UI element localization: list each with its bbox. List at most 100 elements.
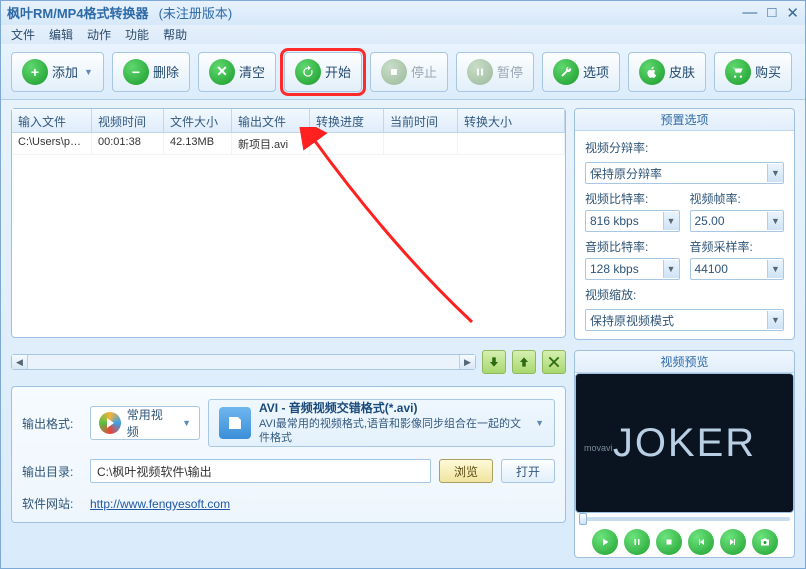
scroll-left-icon[interactable]: ◀ (12, 355, 28, 369)
cell-progress (310, 133, 384, 154)
menu-function[interactable]: 功能 (125, 26, 149, 43)
slider-thumb[interactable] (579, 513, 587, 525)
th-size[interactable]: 文件大小 (164, 109, 232, 132)
chevron-down-icon: ▼ (182, 418, 191, 428)
vzoom-label: 视频缩放: (585, 286, 784, 303)
video-preview[interactable]: movaviJOKER (575, 373, 794, 513)
browse-button[interactable]: 浏览 (439, 459, 493, 483)
start-button[interactable]: 开始 (284, 52, 362, 92)
cell-outsize (458, 133, 565, 154)
format-title: AVI - 音频视频交错格式(*.avi) (259, 401, 417, 415)
th-duration[interactable]: 视频时间 (92, 109, 164, 132)
scroll-right-icon[interactable]: ▶ (459, 355, 475, 369)
close-icon[interactable]: ✕ (786, 4, 799, 22)
remove-item-button[interactable] (542, 350, 566, 374)
x-icon: ✕ (209, 59, 235, 85)
chevron-down-icon: ▼ (663, 212, 679, 230)
vbit-label: 视频比特率: (585, 190, 680, 207)
asr-label: 音频采样率: (690, 238, 785, 255)
apple-icon (639, 59, 665, 85)
menu-help[interactable]: 帮助 (163, 26, 187, 43)
format-category-combo[interactable]: 常用视频▼ (90, 406, 200, 440)
vfps-select[interactable]: 25.00▼ (690, 210, 785, 232)
stop-button[interactable]: 停止 (370, 52, 448, 92)
move-up-button[interactable] (512, 350, 536, 374)
th-input[interactable]: 输入文件 (12, 109, 92, 132)
chevron-down-icon: ▼ (535, 418, 544, 428)
cell-duration: 00:01:38 (92, 133, 164, 154)
app-title: 枫叶RM/MP4格式转换器 (7, 3, 149, 22)
preview-panel: 视频预览 movaviJOKER (574, 350, 795, 558)
minus-icon: − (123, 59, 149, 85)
delete-button[interactable]: −删除 (112, 52, 190, 92)
cart-icon (725, 59, 751, 85)
snapshot-button[interactable] (752, 529, 778, 555)
site-label: 软件网站: (22, 495, 82, 512)
abit-label: 音频比特率: (585, 238, 680, 255)
maximize-icon[interactable]: □ (767, 4, 776, 22)
th-progress[interactable]: 转换进度 (310, 109, 384, 132)
h-scrollbar[interactable]: ◀▶ (11, 354, 476, 370)
chevron-down-icon: ▼ (663, 260, 679, 278)
move-down-button[interactable] (482, 350, 506, 374)
open-button[interactable]: 打开 (501, 459, 555, 483)
options-button[interactable]: 选项 (542, 52, 620, 92)
preview-title: 视频预览 (575, 351, 794, 373)
cell-input: C:\Users\pc\... (12, 133, 92, 154)
stop-icon (381, 59, 407, 85)
site-row: 软件网站: http://www.fengyesoft.com (22, 495, 555, 512)
format-label: 输出格式: (22, 415, 82, 432)
preview-text: JOKER (613, 421, 756, 466)
add-button[interactable]: +添加▼ (11, 52, 104, 92)
vzoom-select[interactable]: 保持原视频模式▼ (585, 309, 784, 331)
chevron-down-icon: ▼ (767, 212, 783, 230)
output-dir-input[interactable] (90, 459, 431, 483)
preset-title: 预置选项 (575, 109, 794, 131)
right-column: 预置选项 视频分辩率: 保持原分辩率▼ 视频比特率:816 kbps▼ 视频帧率… (574, 108, 795, 558)
prev-button[interactable] (688, 529, 714, 555)
cell-size: 42.13MB (164, 133, 232, 154)
clear-button[interactable]: ✕清空 (198, 52, 276, 92)
vres-select[interactable]: 保持原分辩率▼ (585, 162, 784, 184)
site-link[interactable]: http://www.fengyesoft.com (90, 497, 230, 511)
chevron-down-icon: ▼ (84, 67, 93, 77)
menu-action[interactable]: 动作 (87, 26, 111, 43)
app-window: 枫叶RM/MP4格式转换器 (未注册版本) — □ ✕ 文件 编辑 动作 功能 … (0, 0, 806, 569)
minimize-icon[interactable]: — (742, 4, 757, 22)
play-button[interactable] (592, 529, 618, 555)
skin-button[interactable]: 皮肤 (628, 52, 706, 92)
pause-media-button[interactable] (624, 529, 650, 555)
table-row[interactable]: C:\Users\pc\... 00:01:38 42.13MB 新项目.avi (12, 133, 565, 155)
format-desc: AVI最常用的视频格式,语音和影像同步组合在一起的文件格式 (259, 418, 521, 444)
stop-media-button[interactable] (656, 529, 682, 555)
menu-edit[interactable]: 编辑 (49, 26, 73, 43)
refresh-icon (295, 59, 321, 85)
format-detail-combo[interactable]: AVI - 音频视频交错格式(*.avi) AVI最常用的视频格式,语音和影像同步… (208, 399, 555, 447)
toolbar: +添加▼ −删除 ✕清空 开始 停止 暂停 选项 皮肤 购买 (1, 44, 805, 100)
buy-button[interactable]: 购买 (714, 52, 792, 92)
vbit-select[interactable]: 816 kbps▼ (585, 210, 680, 232)
pause-button[interactable]: 暂停 (456, 52, 534, 92)
seek-slider[interactable] (575, 513, 794, 525)
th-output[interactable]: 输出文件 (232, 109, 310, 132)
media-controls (575, 525, 794, 557)
th-curtime[interactable]: 当前时间 (384, 109, 458, 132)
menubar: 文件 编辑 动作 功能 帮助 (1, 25, 805, 45)
play-icon (99, 412, 121, 434)
table-body: C:\Users\pc\... 00:01:38 42.13MB 新项目.avi (12, 133, 565, 337)
abit-select[interactable]: 128 kbps▼ (585, 258, 680, 280)
th-outsize[interactable]: 转换大小 (458, 109, 565, 132)
preset-panel: 预置选项 视频分辩率: 保持原分辩率▼ 视频比特率:816 kbps▼ 视频帧率… (574, 108, 795, 340)
preview-watermark: movavi (584, 443, 613, 453)
table-header: 输入文件 视频时间 文件大小 输出文件 转换进度 当前时间 转换大小 (12, 109, 565, 133)
vres-label: 视频分辩率: (585, 139, 784, 156)
menu-file[interactable]: 文件 (11, 26, 35, 43)
left-column: 输入文件 视频时间 文件大小 输出文件 转换进度 当前时间 转换大小 C:\Us… (11, 108, 566, 558)
wrench-icon (553, 59, 579, 85)
chevron-down-icon: ▼ (767, 311, 783, 329)
asr-select[interactable]: 44100▼ (690, 258, 785, 280)
cell-output: 新项目.avi (232, 133, 310, 154)
preset-body: 视频分辩率: 保持原分辩率▼ 视频比特率:816 kbps▼ 视频帧率:25.0… (575, 131, 794, 339)
plus-icon: + (22, 59, 48, 85)
next-button[interactable] (720, 529, 746, 555)
